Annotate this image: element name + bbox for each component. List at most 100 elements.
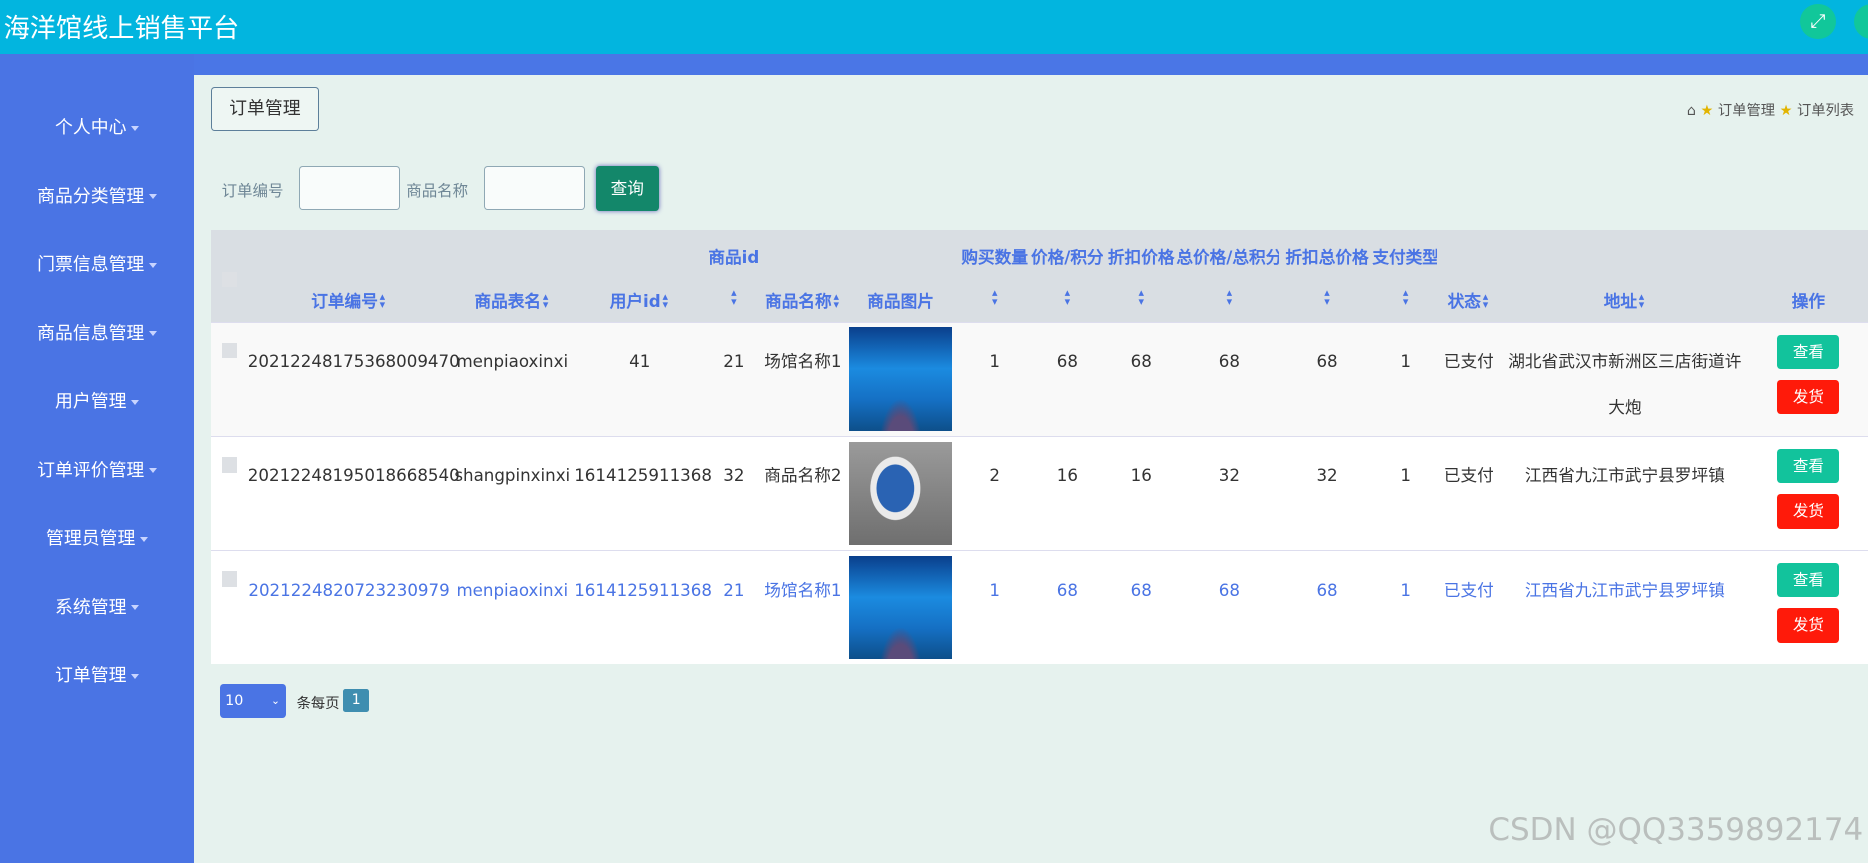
sort-icon[interactable]: ▲▼	[541, 292, 550, 308]
sidebar-item[interactable]: 系统管理	[0, 593, 194, 619]
column-label: 商品名称	[765, 292, 832, 312]
cell-price: 68	[1031, 549, 1104, 665]
sort-icon[interactable]: ▲▼	[661, 292, 670, 308]
page-size-select[interactable]: 10 ⌄	[220, 683, 286, 719]
sort-icon[interactable]: ▲▼	[729, 288, 738, 306]
caret-down-icon	[149, 194, 158, 200]
total-value: 32	[1218, 466, 1240, 486]
table-name-value: menpiaoxinxi	[456, 352, 569, 372]
ship-button[interactable]: 发货	[1777, 608, 1840, 643]
pay-type-value: 1	[1400, 580, 1411, 600]
sidebar-item[interactable]: 订单管理	[0, 661, 194, 687]
sidebar-item[interactable]: 个人中心	[0, 113, 194, 139]
row-checkbox[interactable]	[221, 571, 238, 587]
cell-discount-price: 16	[1103, 435, 1180, 551]
quantity-value: 1	[989, 352, 1000, 372]
sort-icon[interactable]: ▲▼	[378, 292, 387, 308]
product-name-input[interactable]	[483, 165, 585, 211]
order-no-input[interactable]	[299, 165, 400, 211]
sidebar-item-label: 商品分类管理	[37, 185, 145, 207]
caret-down-icon	[149, 331, 158, 337]
order-no-label: 订单编号	[221, 181, 284, 200]
watermark: CSDN @QQ3359892174	[1488, 812, 1864, 849]
product-id-value: 21	[723, 580, 745, 600]
cell-order-no: 20212248195018668540	[247, 435, 460, 551]
sort-icon[interactable]: ▲▼	[1225, 288, 1234, 306]
table-row[interactable]: 20212248175368009470 menpiaoxinxi 41 21 场馆名称…	[210, 321, 1868, 437]
query-button[interactable]: 查询	[595, 165, 659, 211]
page-title-tab[interactable]: 订单管理	[210, 86, 319, 131]
cell-image	[843, 321, 958, 437]
row-checkbox[interactable]	[221, 342, 238, 359]
user-id-value: 1614125911368	[574, 466, 712, 486]
cell-table-name: shangpinxinxi	[450, 435, 575, 551]
cell-checkbox	[210, 549, 248, 665]
view-button[interactable]: 查看	[1777, 562, 1840, 598]
cell-image	[843, 549, 958, 665]
sidebar-item-label: 订单评价管理	[37, 459, 145, 481]
sort-icon[interactable]: ▲▼	[1637, 292, 1646, 308]
cell-checkbox	[210, 321, 248, 437]
home-icon[interactable]: ⌂	[1687, 103, 1696, 119]
cell-pay-type: 1	[1374, 435, 1437, 551]
orders-table: 订单编号▲▼ 商品表名▲▼ 用户id▲▼ 商品id ▲▼ 商品名称▲▼ 商品图片 购买数量 ▲▼…	[210, 229, 1868, 665]
column-label: 商品id	[708, 248, 760, 268]
ship-button[interactable]: 发货	[1777, 379, 1840, 415]
cell-product-id: 21	[705, 321, 763, 437]
discount-price-value: 68	[1130, 352, 1152, 372]
product-name-value: 商品名称2	[764, 466, 842, 486]
column-header[interactable]: 订单编号▲▼	[247, 229, 451, 323]
sidebar-item[interactable]: 管理员管理	[0, 524, 194, 550]
sidebar-item[interactable]: 商品分类管理	[0, 182, 194, 208]
cell-status: 已支付	[1436, 321, 1501, 437]
cell-total: 68	[1179, 549, 1280, 665]
product-image	[848, 555, 953, 660]
sort-icon[interactable]: ▲▼	[990, 288, 999, 306]
view-button[interactable]: 查看	[1777, 334, 1840, 370]
ship-button[interactable]: 发货	[1777, 493, 1840, 529]
sort-icon[interactable]: ▲▼	[1401, 288, 1410, 306]
table-row[interactable]: 2021224820723230979 menpiaoxinxi 161412591…	[210, 549, 1868, 665]
sidebar-item[interactable]: 门票信息管理	[0, 250, 194, 276]
sort-icon[interactable]: ▲▼	[1323, 288, 1332, 306]
user-id-value: 41	[629, 352, 651, 372]
row-checkbox[interactable]	[221, 457, 238, 473]
caret-down-icon	[131, 399, 140, 405]
status-value: 已支付	[1443, 352, 1494, 372]
sidebar-item-label: 门票信息管理	[37, 254, 145, 276]
sidebar-item[interactable]: 商品信息管理	[0, 319, 194, 345]
page-1-button[interactable]: 1	[343, 688, 370, 713]
column-label: 用户id	[609, 292, 661, 312]
caret-down-icon	[131, 125, 140, 131]
chevron-down-icon: ⌄	[270, 693, 280, 707]
sidebar-item[interactable]: 订单评价管理	[0, 456, 194, 482]
breadcrumb-item[interactable]: 订单管理	[1718, 103, 1775, 119]
cell-table-name: menpiaoxinxi	[450, 321, 575, 437]
product-name-value: 场馆名称1	[764, 580, 842, 600]
cell-actions: 查看 发货	[1748, 435, 1868, 551]
app-title: 海洋馆线上销售平台	[3, 14, 240, 45]
product-name-label: 商品名称	[406, 181, 469, 200]
star-icon: ★	[1779, 102, 1793, 119]
pay-type-value: 1	[1400, 352, 1411, 372]
column-header[interactable]: 地址▲▼	[1500, 229, 1749, 323]
user-icon[interactable]	[1853, 3, 1868, 40]
price-value: 68	[1056, 580, 1078, 600]
order-no-value: 20212248195018668540	[247, 466, 460, 486]
column-header[interactable]: 商品表名▲▼	[450, 229, 575, 323]
user-id-value: 1614125911368	[574, 580, 712, 600]
sort-icon[interactable]: ▲▼	[1137, 288, 1146, 306]
fullscreen-icon[interactable]: ⤢	[1800, 3, 1836, 40]
table-row[interactable]: 20212248195018668540 shangpinxinxi 1614125…	[210, 435, 1868, 551]
column-label: 操作	[1791, 292, 1826, 312]
discount-total-value: 68	[1316, 352, 1338, 372]
view-button[interactable]: 查看	[1777, 448, 1840, 484]
sort-icon[interactable]: ▲▼	[1063, 288, 1072, 306]
cell-address: 江西省九江市武宁县罗坪镇	[1500, 435, 1749, 551]
sidebar-item[interactable]: 用户管理	[0, 387, 194, 413]
select-all-checkbox[interactable]	[221, 271, 238, 288]
product-image	[848, 327, 953, 432]
price-value: 68	[1056, 352, 1078, 372]
address-value: 湖北省武汉市新洲区三店街道许大炮	[1508, 352, 1742, 417]
discount-price-value: 16	[1130, 466, 1152, 486]
